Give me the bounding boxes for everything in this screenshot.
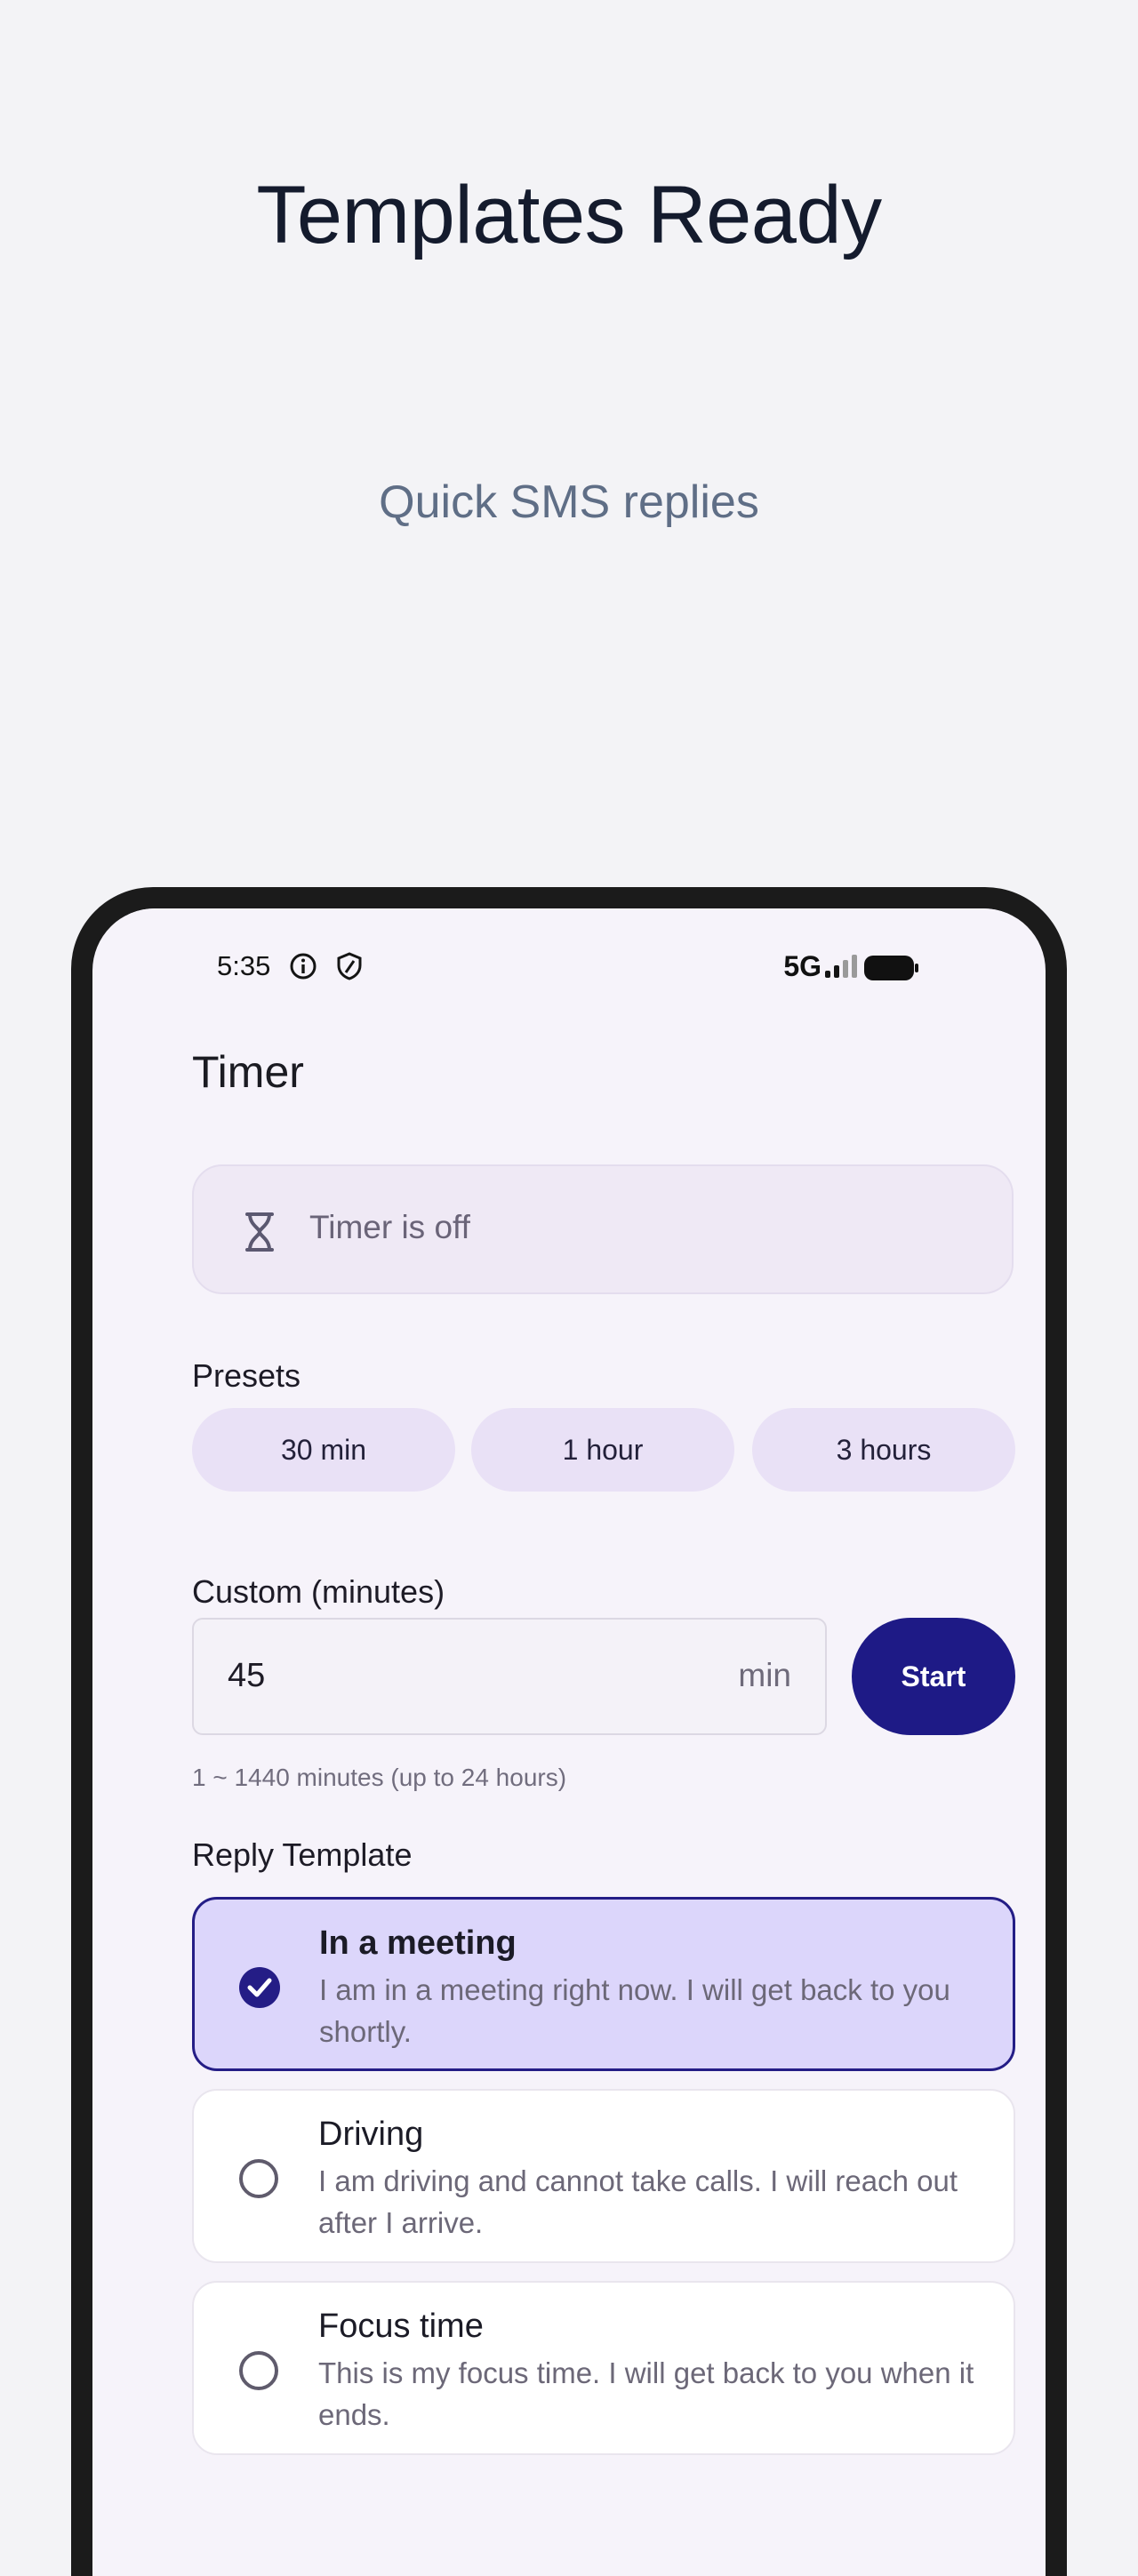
timer-status-card: Timer is off	[192, 1164, 1014, 1294]
minutes-hint: 1 ~ 1440 minutes (up to 24 hours)	[192, 1764, 567, 1791]
hero-subtitle: Quick SMS replies	[379, 476, 759, 528]
page-title: Timer	[192, 1047, 304, 1097]
template-card-focus-time[interactable]: Focus time This is my focus time. I will…	[192, 2281, 1015, 2455]
template-card-driving[interactable]: Driving I am driving and cannot take cal…	[192, 2089, 1015, 2263]
custom-minutes-input[interactable]: 45 min	[192, 1618, 827, 1735]
info-icon	[290, 953, 317, 980]
template-card-in-a-meeting[interactable]: In a meeting I am in a meeting right now…	[192, 1897, 1015, 2071]
signal-icon	[825, 955, 857, 978]
status-right-group: 5G	[741, 944, 919, 988]
custom-minutes-value[interactable]: 45	[228, 1657, 265, 1695]
preset-3-hours-button[interactable]: 3 hours	[752, 1408, 1015, 1492]
unchecked-radio-icon	[239, 2159, 278, 2198]
custom-minutes-label: Custom (minutes)	[192, 1573, 445, 1610]
minutes-unit-suffix: min	[738, 1657, 791, 1693]
unchecked-radio-icon	[239, 2351, 278, 2390]
start-button[interactable]: Start	[852, 1618, 1015, 1735]
template-title: Focus time	[318, 2308, 484, 2345]
template-body: This is my focus time. I will get back t…	[318, 2356, 974, 2431]
timer-status-text: Timer is off	[309, 1209, 470, 1245]
template-title: Driving	[318, 2116, 424, 2153]
status-bar: 5:35 5G	[128, 944, 1010, 988]
hero-title: Templates Ready	[256, 170, 882, 260]
presets-label: Presets	[192, 1357, 301, 1394]
template-body: I am in a meeting right now. I will get …	[319, 1973, 950, 2048]
reply-template-label: Reply Template	[192, 1836, 413, 1873]
shield-icon	[337, 952, 362, 980]
phone-frame: 5:35 5G Timer Timer is off Presets 30 mi…	[71, 887, 1067, 2576]
app-surface: 5:35 5G Timer Timer is off Presets 30 mi…	[128, 908, 1015, 2576]
preset-30-min-button[interactable]: 30 min	[192, 1408, 455, 1492]
template-body: I am driving and cannot take calls. I wi…	[318, 2164, 958, 2239]
hourglass-icon	[245, 1212, 274, 1252]
checked-radio-icon	[239, 1967, 280, 2008]
battery-icon	[864, 956, 918, 980]
phone-screen: 5:35 5G Timer Timer is off Presets 30 mi…	[92, 908, 1046, 2576]
template-title: In a meeting	[319, 1924, 517, 1962]
preset-1-hour-button[interactable]: 1 hour	[471, 1408, 734, 1492]
status-time: 5:35	[217, 950, 271, 981]
network-type: 5G	[783, 950, 821, 982]
